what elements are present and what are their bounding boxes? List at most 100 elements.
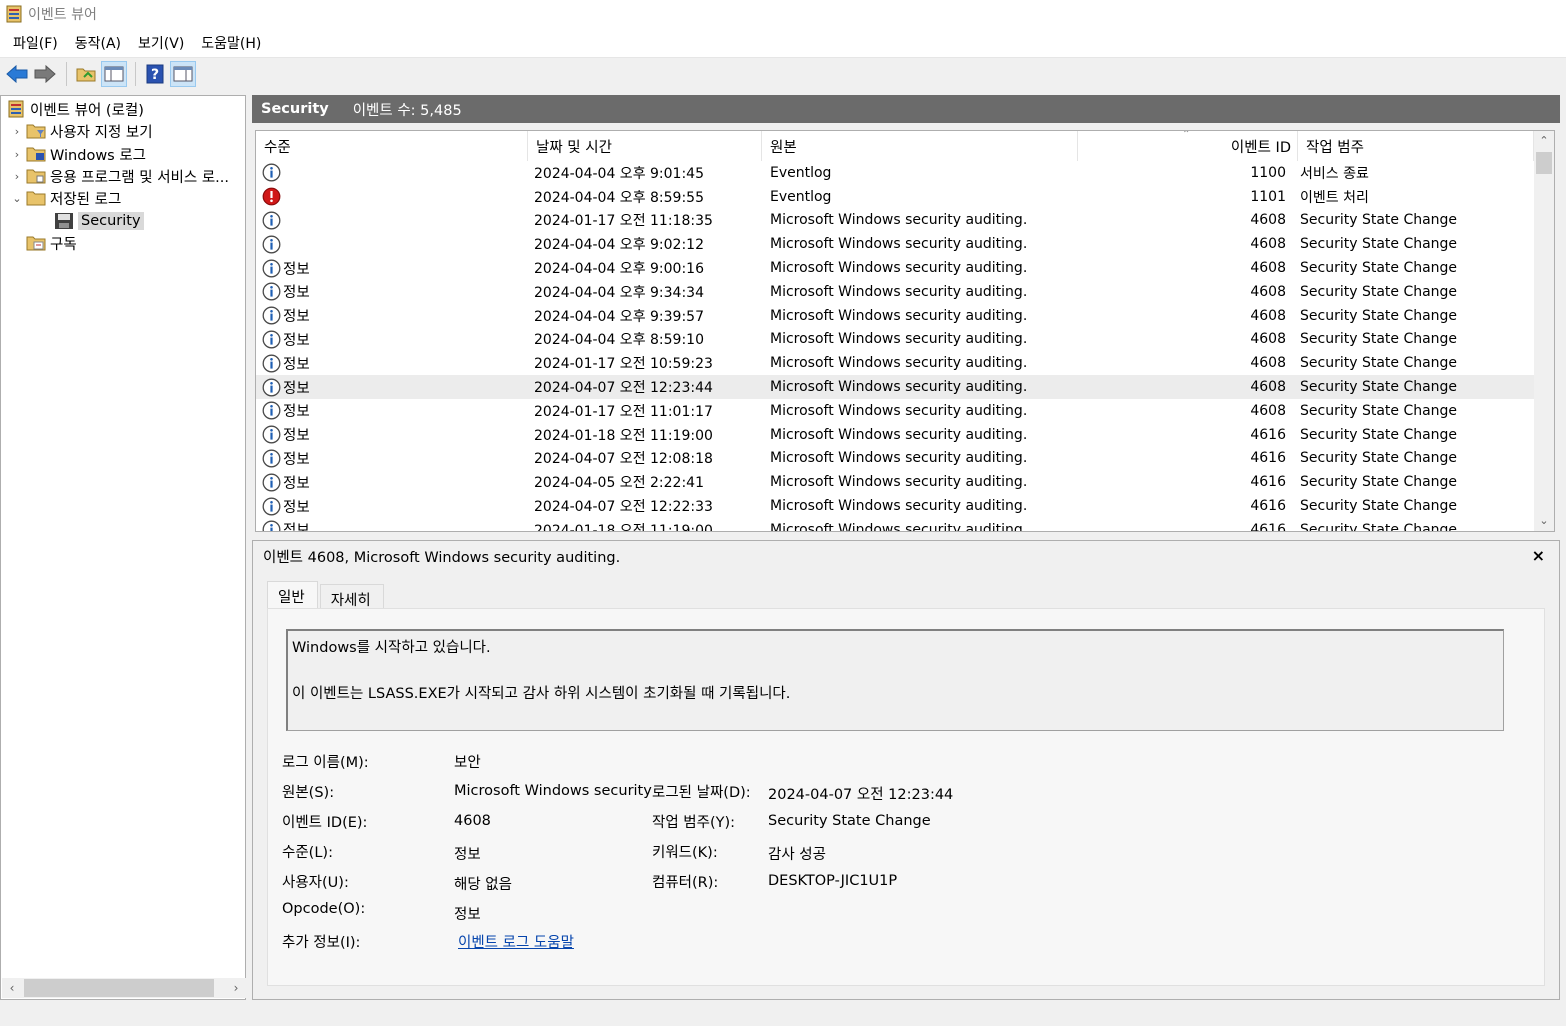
event-row[interactable]: 정보 2024-01-17 오전 10:59:23 Microsoft Window… <box>256 351 1534 375</box>
info-icon <box>262 306 281 325</box>
event-category-cell: Security State Change <box>1300 426 1458 443</box>
event-viewer-icon <box>5 99 27 119</box>
tree-item-custom-views[interactable]: › 사용자 지정 보기 <box>9 120 153 142</box>
event-date-cell: 2024-01-17 오전 11:18:35 <box>534 213 713 230</box>
column-header-task-category[interactable]: 작업 범주 <box>1298 131 1534 161</box>
event-level-cell <box>256 211 528 230</box>
event-source-cell: Microsoft Windows security auditing. <box>770 236 1028 253</box>
event-id-cell: 4616 <box>1250 450 1286 467</box>
scroll-up-icon[interactable]: ⌃ <box>1534 131 1554 151</box>
log-name-value: 보안 <box>454 755 481 771</box>
more-info-label: 추가 정보(I): <box>282 935 361 951</box>
event-description[interactable]: Windows를 시작하고 있습니다. 이 이벤트는 LSASS.EXE가 시작… <box>286 629 1504 731</box>
info-icon <box>262 259 281 278</box>
event-row[interactable]: 정보 2024-04-04 오후 9:00:16 Microsoft Windows… <box>256 256 1534 280</box>
tree-item-root[interactable]: 이벤트 뷰어 (로컬) <box>5 98 144 120</box>
event-level-text: 정보 <box>283 285 310 302</box>
tree-item-security[interactable]: Security <box>53 210 144 232</box>
info-icon <box>262 497 281 516</box>
menu-action[interactable]: 동작(A) <box>68 29 128 57</box>
event-id-cell: 4608 <box>1250 236 1286 253</box>
show-hide-action-pane-button[interactable] <box>170 61 196 87</box>
event-level-text: 정보 <box>283 332 310 349</box>
event-row[interactable]: 2024-01-17 오전 11:18:35 Microsoft Windows … <box>256 209 1534 233</box>
event-row[interactable]: 정보 2024-04-05 오전 2:22:41 Microsoft Windows… <box>256 470 1534 494</box>
open-saved-log-button[interactable] <box>73 61 99 87</box>
action-pane-icon <box>173 66 193 82</box>
event-row[interactable]: 정보 2024-01-18 오전 11:19:00 Microsoft Window… <box>256 518 1534 532</box>
info-icon <box>262 401 281 420</box>
list-vertical-scrollbar[interactable]: ⌃ ⌄ <box>1534 131 1554 531</box>
event-level-cell: 정보 <box>256 258 528 279</box>
event-row[interactable]: 2024-04-04 오후 9:01:45 Eventlog 1100 서비스 종료 <box>256 161 1534 185</box>
event-category-cell: 이벤트 처리 <box>1300 189 1369 206</box>
tab-details[interactable]: 자세히 <box>319 584 384 609</box>
event-row[interactable]: 정보 2024-04-07 오전 12:08:18 Microsoft Window… <box>256 447 1534 471</box>
scroll-down-icon[interactable]: ⌄ <box>1534 511 1554 531</box>
event-date-cell: 2024-01-18 오전 11:19:00 <box>534 522 713 532</box>
column-header-event-id[interactable]: ⌃ 이벤트 ID <box>1078 131 1298 161</box>
column-header-level[interactable]: 수준 <box>256 131 528 161</box>
help-button[interactable]: ? <box>142 61 168 87</box>
scroll-left-icon[interactable]: ‹ <box>2 981 22 995</box>
chevron-right-icon[interactable]: › <box>9 148 25 161</box>
close-icon[interactable]: × <box>1532 546 1545 565</box>
event-row[interactable]: 정보 2024-04-04 오후 9:34:34 Microsoft Windows… <box>256 280 1534 304</box>
event-source-cell: Microsoft Windows security auditing. <box>770 426 1028 443</box>
chevron-right-icon[interactable]: › <box>9 170 25 183</box>
tree-item-windows-logs[interactable]: › Windows 로그 <box>9 143 146 165</box>
arrow-left-icon <box>6 65 28 83</box>
scrollbar-thumb[interactable] <box>1536 152 1552 174</box>
scroll-right-icon[interactable]: › <box>226 981 246 995</box>
event-row[interactable]: 정보 2024-01-18 오전 11:19:00 Microsoft Window… <box>256 423 1534 447</box>
event-source-cell: Microsoft Windows security auditing. <box>770 379 1028 396</box>
log-header-bar: Security 이벤트 수: 5,485 <box>252 95 1560 123</box>
forward-button[interactable] <box>32 61 58 87</box>
event-category-cell: Security State Change <box>1300 236 1458 253</box>
event-level-text: 정보 <box>283 451 310 468</box>
tree-item-apps-services-logs[interactable]: › 응용 프로그램 및 서비스 로... <box>9 165 229 187</box>
tree-horizontal-scrollbar[interactable]: ‹ › <box>2 978 246 998</box>
tree-item-subscriptions[interactable]: 구독 <box>25 232 77 254</box>
menu-help[interactable]: 도움말(H) <box>194 29 268 57</box>
tree-item-saved-logs[interactable]: ⌄ 저장된 로그 <box>9 187 121 209</box>
event-row[interactable]: 정보 2024-04-07 오전 12:23:44 Microsoft Window… <box>256 375 1534 399</box>
event-level-text: 정보 <box>283 261 310 278</box>
event-id-cell: 4608 <box>1250 307 1286 324</box>
event-date-cell: 2024-04-04 오후 9:01:45 <box>534 165 704 182</box>
show-hide-console-tree-button[interactable] <box>101 61 127 87</box>
menu-file[interactable]: 파일(F) <box>6 29 65 57</box>
event-row[interactable]: 정보 2024-01-17 오전 11:01:17 Microsoft Window… <box>256 399 1534 423</box>
event-level-cell: 정보 <box>256 400 528 421</box>
event-log-help-link[interactable]: 이벤트 로그 도움말 <box>458 931 574 952</box>
folder-icon <box>25 166 47 186</box>
event-date-cell: 2024-04-04 오후 9:02:12 <box>534 237 704 254</box>
event-row[interactable]: 2024-04-04 오후 8:59:55 Eventlog 1101 이벤트 처리 <box>256 185 1534 209</box>
event-level-text: 정보 <box>283 380 310 397</box>
info-icon <box>262 330 281 349</box>
chevron-down-icon[interactable]: ⌄ <box>9 192 25 205</box>
info-icon <box>262 378 281 397</box>
event-row[interactable]: 정보 2024-04-04 오후 8:59:10 Microsoft Windows… <box>256 328 1534 352</box>
event-level-cell: 정보 <box>256 472 528 493</box>
event-row[interactable]: 정보 2024-04-07 오전 12:22:33 Microsoft Window… <box>256 494 1534 518</box>
saved-log-disk-icon <box>53 211 75 231</box>
chevron-right-icon[interactable]: › <box>9 125 25 138</box>
menu-view[interactable]: 보기(V) <box>131 29 191 57</box>
event-row[interactable]: 2024-04-04 오후 9:02:12 Microsoft Windows s… <box>256 232 1534 256</box>
event-list: 수준 날짜 및 시간 원본 ⌃ 이벤트 ID 작업 범주 2024-04-04 … <box>255 130 1555 532</box>
column-header-source[interactable]: 원본 <box>762 131 1078 161</box>
event-id-cell: 4608 <box>1250 331 1286 348</box>
tab-general[interactable]: 일반 <box>267 581 318 609</box>
event-date-cell: 2024-04-07 오전 12:23:44 <box>534 380 713 397</box>
event-row[interactable]: 정보 2024-04-04 오후 9:39:57 Microsoft Windows… <box>256 304 1534 328</box>
back-button[interactable] <box>4 61 30 87</box>
log-title: Security <box>261 101 329 117</box>
toolbar: ? <box>0 58 1566 90</box>
task-category-label: 작업 범주(Y): <box>652 815 736 831</box>
info-icon <box>262 282 281 301</box>
folder-icon <box>25 188 47 208</box>
column-header-date-time[interactable]: 날짜 및 시간 <box>528 131 762 161</box>
scrollbar-thumb[interactable] <box>24 979 214 997</box>
tree-item-label: 저장된 로그 <box>50 191 122 208</box>
